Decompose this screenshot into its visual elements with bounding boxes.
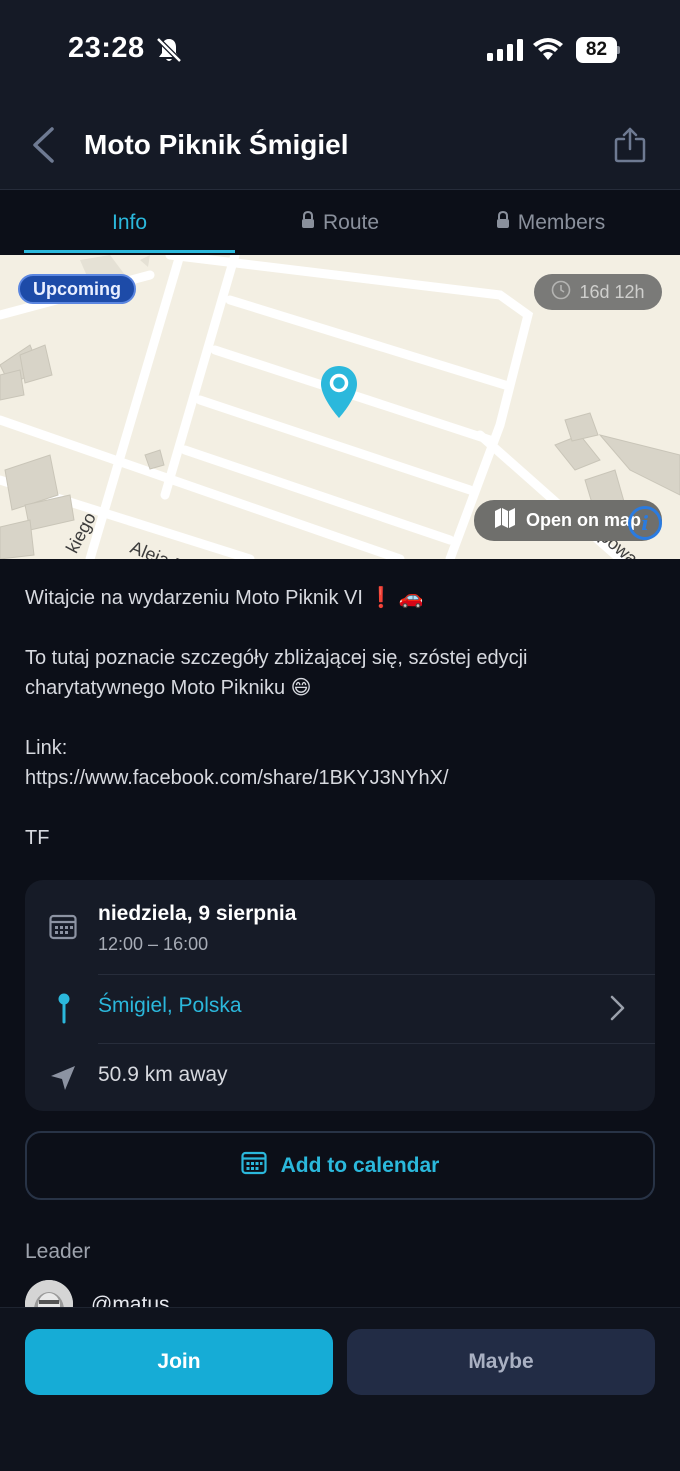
chevron-right-icon <box>609 994 625 1027</box>
event-distance: 50.9 km away <box>98 1063 228 1086</box>
clock-icon <box>551 280 571 305</box>
description-link-block: Link: https://www.facebook.com/share/1BK… <box>25 733 655 793</box>
open-on-map-label: Open on map <box>526 510 642 530</box>
description-line: Witajcie na wydarzeniu Moto Piknik VI ❗ … <box>25 587 424 609</box>
tab-bar: Info Route Members <box>0 190 680 255</box>
add-to-calendar-label: Add to calendar <box>280 1153 440 1177</box>
map-icon <box>494 507 516 534</box>
battery-icon: 82 <box>576 37 620 63</box>
event-description: Witajcie na wydarzeniu Moto Piknik VI ❗ … <box>25 583 655 883</box>
tab-info[interactable]: Info <box>24 190 235 255</box>
countdown-text: 16d 12h <box>579 281 645 302</box>
maybe-button[interactable]: Maybe <box>347 1329 655 1395</box>
event-location: Śmigiel, Polska <box>98 994 242 1017</box>
status-time: 23:28 <box>68 32 145 64</box>
tab-label: Members <box>517 210 606 234</box>
leader-section-label: Leader <box>25 1240 91 1263</box>
location-pin-icon[interactable] <box>319 364 359 425</box>
cellular-signal-icon <box>487 39 523 66</box>
countdown-badge: 16d 12h <box>534 274 662 310</box>
active-tab-indicator <box>24 250 235 253</box>
tab-route[interactable]: Route <box>245 190 435 255</box>
location-row[interactable]: Śmigiel, Polska <box>25 974 655 1043</box>
page-title: Moto Piknik Śmigiel <box>84 129 349 160</box>
map-info-icon[interactable]: i <box>628 506 662 540</box>
bottom-action-bar: Join Maybe <box>0 1307 680 1471</box>
link-label: Link: <box>25 737 68 759</box>
distance-row: 50.9 km away <box>25 1043 655 1111</box>
wifi-icon <box>532 36 564 67</box>
add-to-calendar-button[interactable]: Add to calendar <box>25 1131 655 1200</box>
event-details-card: niedziela, 9 sierpnia 12:00 – 16:00 Śmig… <box>25 880 655 1111</box>
tab-members[interactable]: Members <box>445 190 656 255</box>
description-signoff: TF <box>25 827 50 849</box>
event-time-range: 12:00 – 16:00 <box>98 934 209 954</box>
date-row: niedziela, 9 sierpnia 12:00 – 16:00 <box>25 880 655 974</box>
join-button[interactable]: Join <box>25 1329 333 1395</box>
lock-icon <box>301 210 315 235</box>
lock-icon <box>496 210 510 235</box>
status-badge: Upcoming <box>18 274 136 304</box>
tab-label: Info <box>111 210 148 234</box>
event-map[interactable]: kiego Aleja P Lipowa M Upcoming 16d 12h … <box>0 255 680 559</box>
tab-label: Route <box>322 210 380 234</box>
navigation-arrow-icon <box>49 1064 77 1097</box>
bell-slash-icon <box>156 36 182 69</box>
calendar-icon <box>49 914 77 945</box>
nav-header: Moto Piknik Śmigiel <box>0 100 680 190</box>
event-date: niedziela, 9 sierpnia <box>98 902 297 925</box>
map-pin-icon <box>57 992 71 1029</box>
share-icon[interactable] <box>614 126 646 169</box>
description-line: To tutaj poznacie szczegóły zbliżającej … <box>25 647 528 699</box>
chevron-left-icon[interactable] <box>28 126 58 169</box>
status-bar: 23:28 82 <box>0 0 680 100</box>
description-link[interactable]: https://www.facebook.com/share/1BKYJ3NYh… <box>25 767 449 789</box>
battery-percent: 82 <box>585 39 608 60</box>
calendar-icon <box>241 1151 267 1181</box>
